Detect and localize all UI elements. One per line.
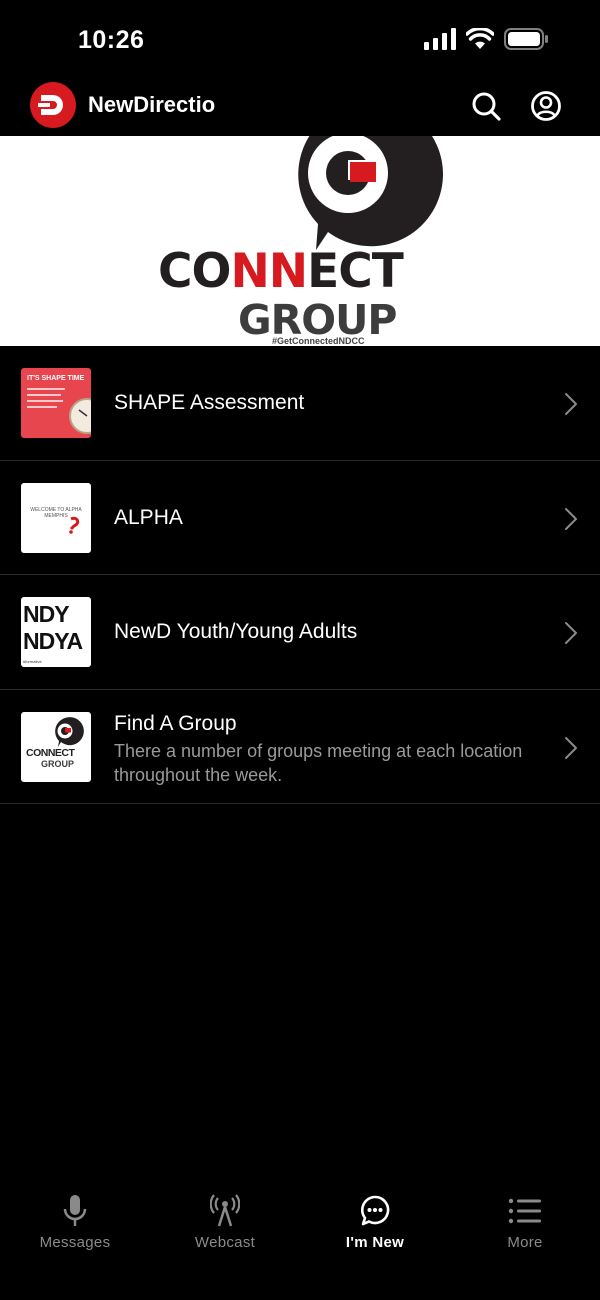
item-title: Find A Group <box>114 711 237 735</box>
status-icons <box>424 28 548 50</box>
connect-group-logo-icon <box>298 136 443 250</box>
home-indicator <box>200 1287 400 1292</box>
item-title: SHAPE Assessment <box>114 391 305 414</box>
list-item-alpha[interactable]: WELCOME TO ALPHA MEMPHIS ALPHA <box>0 461 600 575</box>
tab-more[interactable]: More <box>450 1194 600 1264</box>
list-item-newd-youth[interactable]: NDY NDYA #formative NewD Youth/Young Adul… <box>0 575 600 690</box>
status-time: 10:26 <box>78 26 145 54</box>
signal-icon <box>424 28 456 50</box>
item-subtitle: There a number of groups meeting at each… <box>114 740 523 785</box>
item-title: NewD Youth/Young Adults <box>114 620 358 643</box>
chevron-right-icon <box>565 393 577 415</box>
search-button[interactable] <box>470 90 502 122</box>
wifi-icon <box>466 28 494 49</box>
tab-im-new[interactable]: I'm New <box>300 1194 450 1264</box>
tab-messages[interactable]: Messages <box>0 1194 150 1264</box>
alpha-logo-icon <box>69 516 80 534</box>
clock-icon <box>69 398 91 434</box>
app-header: NewDirectio <box>0 80 600 136</box>
search-icon <box>472 92 501 121</box>
app-title: NewDirectio <box>88 92 216 117</box>
chat-bubble-icon <box>360 1195 390 1226</box>
content-list: IT'S SHAPE TIME SHAPE Assessment WELCOME… <box>0 346 600 804</box>
microphone-icon <box>63 1195 87 1226</box>
shape-thumbnail: IT'S SHAPE TIME <box>21 368 91 438</box>
profile-icon <box>531 91 561 121</box>
banner-connect-text: CONNECT <box>158 244 404 299</box>
banner-hashtag: #GetConnectedNDCC <box>272 336 365 346</box>
connect-group-thumbnail: CONNECT GROUP <box>21 711 91 782</box>
battery-icon <box>504 28 548 50</box>
newdirection-logo-icon <box>38 95 63 115</box>
tab-bar: Messages Webcast I'm New More <box>0 1180 600 1300</box>
list-item-find-a-group[interactable]: CONNECT GROUP Find A Group There a numbe… <box>0 690 600 804</box>
tab-webcast[interactable]: Webcast <box>150 1194 300 1264</box>
alpha-thumbnail: WELCOME TO ALPHA MEMPHIS <box>21 482 91 553</box>
app-logo <box>30 82 76 128</box>
broadcast-icon <box>210 1194 240 1227</box>
chevron-right-icon <box>565 736 577 759</box>
list-item-shape-assessment[interactable]: IT'S SHAPE TIME SHAPE Assessment <box>0 346 600 461</box>
chevron-right-icon <box>565 622 577 644</box>
list-icon <box>508 1198 541 1224</box>
profile-button[interactable] <box>530 90 562 122</box>
chevron-right-icon <box>565 507 577 530</box>
ndy-thumbnail: NDY NDYA #formative <box>21 597 91 667</box>
status-bar: 10:26 <box>0 0 600 80</box>
item-title: ALPHA <box>114 505 183 529</box>
connect-group-banner[interactable]: CONNECT GROUP #GetConnectedNDCC <box>0 136 600 346</box>
